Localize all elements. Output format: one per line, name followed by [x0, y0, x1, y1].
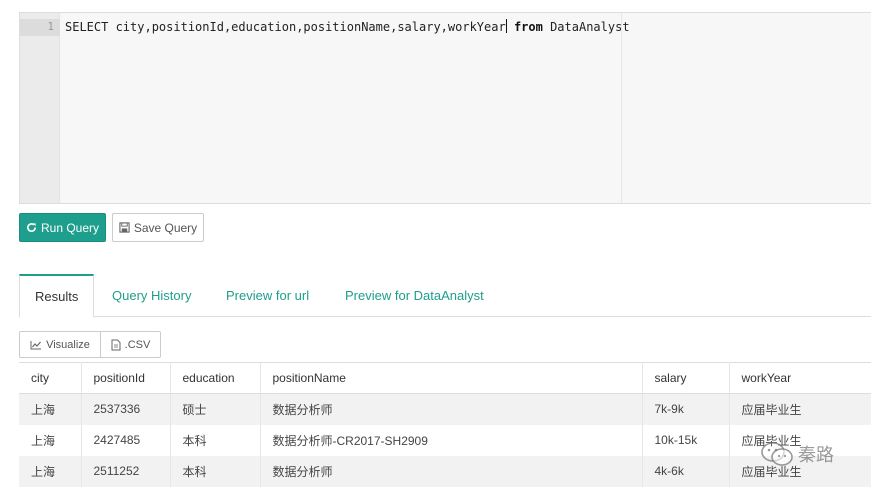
- table-header-row: city positionId education positionName s…: [19, 362, 871, 394]
- table-cell: 2427485: [81, 424, 171, 456]
- table-cell: 4k-6k: [642, 455, 730, 487]
- text-cursor: [505, 19, 507, 33]
- editor-gutter: [20, 13, 60, 203]
- sql-editor[interactable]: 1 SELECT city,positionId,education,posit…: [19, 12, 871, 204]
- run-query-button[interactable]: Run Query: [19, 213, 106, 242]
- column-header-positionid[interactable]: positionId: [81, 362, 171, 394]
- column-header-salary[interactable]: salary: [642, 362, 730, 394]
- table-row: 上海 2511252 本科 数据分析师 4k-6k 应届毕业生: [19, 455, 871, 487]
- sql-code-line[interactable]: SELECT city,positionId,education,positio…: [65, 19, 630, 36]
- result-tabs: Results Query History Preview for url Pr…: [19, 274, 871, 318]
- table-cell: 7k-9k: [642, 393, 730, 425]
- table-cell: 上海: [19, 393, 82, 425]
- visualize-label: Visualize: [46, 338, 90, 351]
- run-query-label: Run Query: [40, 220, 100, 235]
- save-query-label: Save Query: [133, 220, 198, 235]
- tab-preview-dataanalyst-label: Preview for DataAnalyst: [345, 288, 484, 303]
- tab-preview-dataanalyst[interactable]: Preview for DataAnalyst: [345, 274, 484, 317]
- line-number: 1: [47, 20, 54, 33]
- table-cell: 上海: [19, 424, 82, 456]
- tab-results-label: Results: [35, 289, 79, 304]
- line-chart-icon: [30, 340, 42, 349]
- csv-label: .CSV: [124, 338, 151, 351]
- table-cell: 上海: [19, 455, 82, 487]
- wechat-icon: [761, 442, 793, 466]
- sql-keyword-from: from: [513, 20, 543, 34]
- column-header-city[interactable]: city: [19, 362, 82, 394]
- file-icon: [111, 339, 121, 350]
- table-cell: 应届毕业生: [729, 393, 871, 425]
- print-margin: [621, 13, 622, 203]
- table-cell: 数据分析师: [260, 455, 643, 487]
- visualize-button[interactable]: Visualize: [19, 331, 101, 358]
- table-cell: 10k-15k: [642, 424, 730, 456]
- table-cell: 本科: [170, 455, 261, 487]
- watermark: 秦路: [760, 441, 834, 467]
- table-cell: 数据分析师: [260, 393, 643, 425]
- refresh-icon: [27, 223, 36, 233]
- tab-preview-url-label: Preview for url: [226, 288, 310, 303]
- csv-download-button[interactable]: .CSV: [101, 331, 161, 358]
- save-icon: [119, 222, 130, 233]
- table-cell: 2537336: [81, 393, 171, 425]
- table-row: 上海 2427485 本科 数据分析师-CR2017-SH2909 10k-15…: [19, 424, 871, 456]
- tab-query-history[interactable]: Query History: [112, 274, 191, 317]
- tab-results[interactable]: Results: [19, 274, 95, 318]
- sql-text: SELECT city,positionId,education,positio…: [65, 20, 506, 34]
- column-header-positionname[interactable]: positionName: [260, 362, 643, 394]
- table-cell: 本科: [170, 424, 261, 456]
- results-table: city positionId education positionName s…: [19, 362, 871, 487]
- watermark-text: 秦路: [798, 445, 834, 465]
- save-query-button[interactable]: Save Query: [112, 213, 204, 242]
- column-header-workyear[interactable]: workYear: [729, 362, 871, 394]
- tab-query-history-label: Query History: [112, 288, 192, 303]
- column-header-education[interactable]: education: [170, 362, 261, 394]
- table-cell: 数据分析师-CR2017-SH2909: [260, 424, 643, 456]
- tab-preview-url[interactable]: Preview for url: [226, 274, 309, 317]
- table-cell: 硕士: [170, 393, 261, 425]
- table-cell: 2511252: [81, 455, 171, 487]
- table-row: 上海 2537336 硕士 数据分析师 7k-9k 应届毕业生: [19, 393, 871, 425]
- sql-table-name: DataAnalyst: [542, 20, 630, 34]
